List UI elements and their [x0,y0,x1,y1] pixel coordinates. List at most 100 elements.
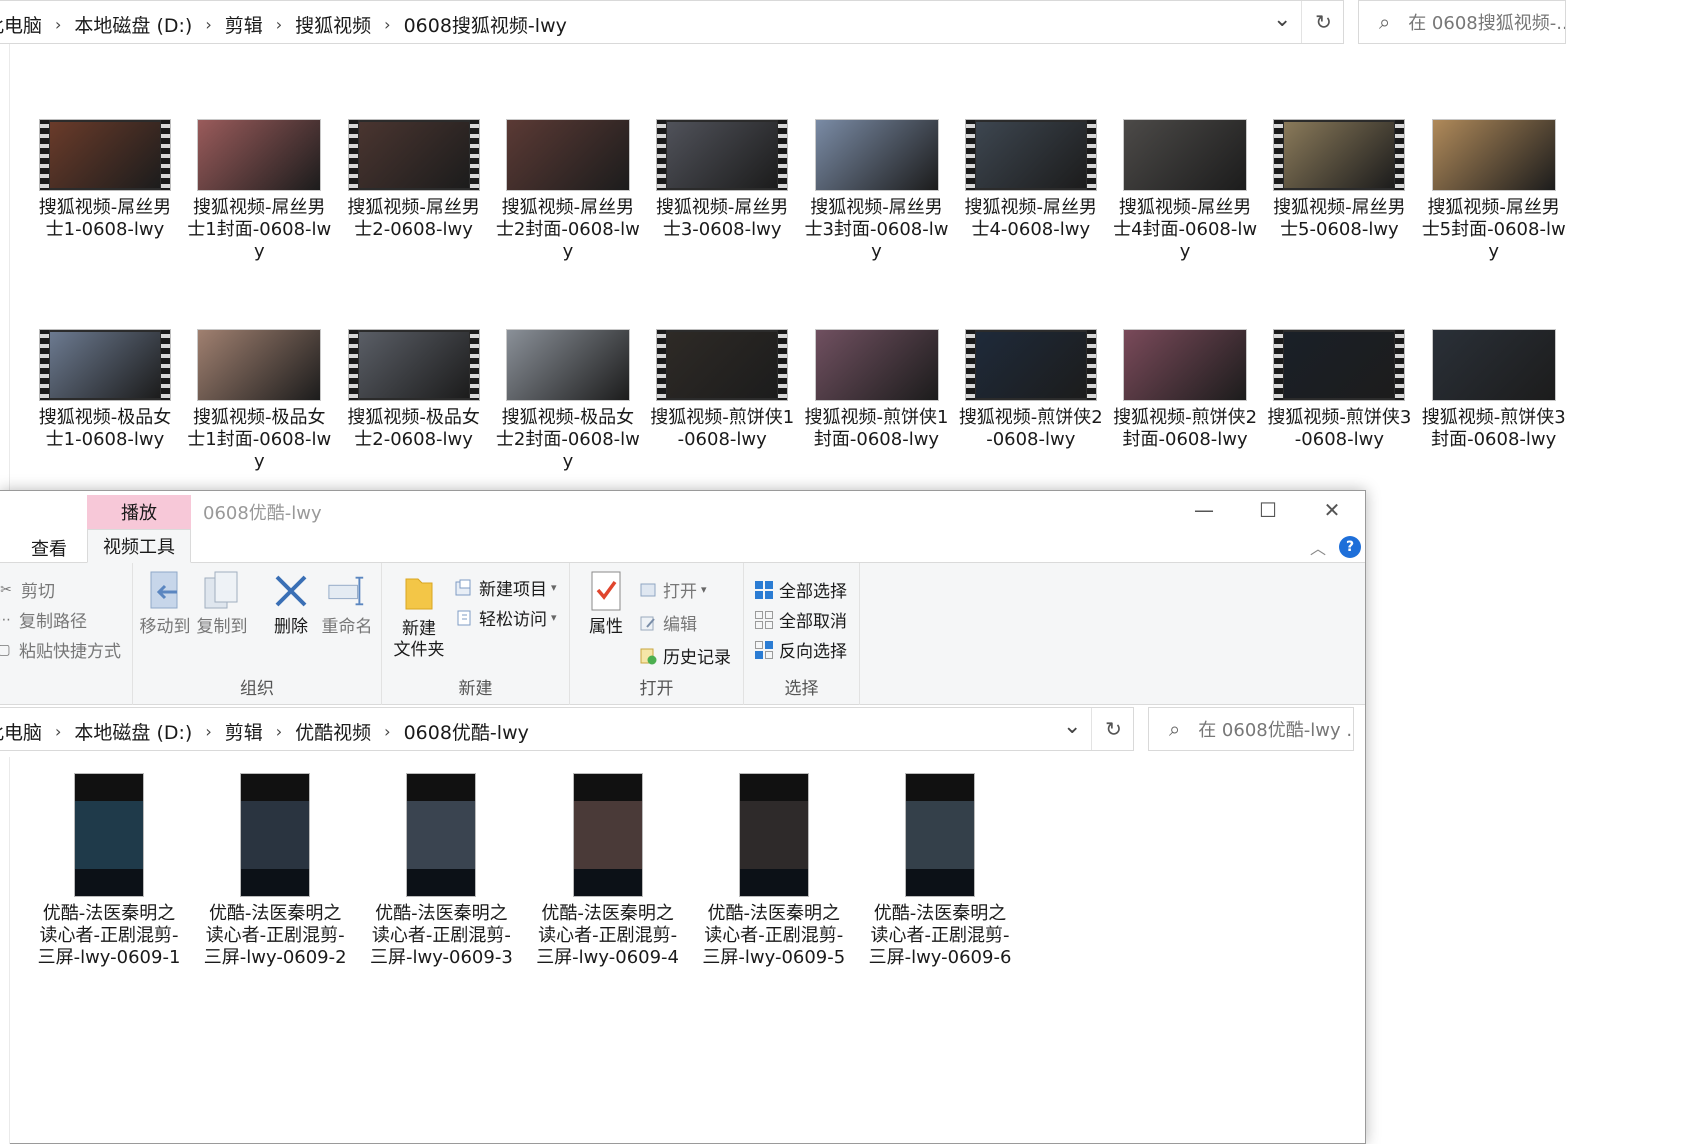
edit-pencil-icon [638,613,658,633]
tab-video-tools[interactable]: 视频工具 [87,529,191,563]
delete-button[interactable]: 删除 [267,569,315,638]
thumbnail-frame [1124,330,1247,400]
file-name: 搜狐视频-屌丝男士1封面-0608-lwy [187,197,332,262]
address-bar[interactable]: 此电脑 › 本地磁盘 (D:) › 剪辑 › 优酷视频 › 0608优酷-lwy… [0,707,1134,751]
thumbnail-frame [906,774,974,896]
edit-button[interactable]: 编辑 [638,610,697,635]
refresh-icon[interactable]: ↻ [1301,1,1345,43]
file-item[interactable]: 优酷-法医秦明之读心者-正剧混剪-三屏-lwy-0609-5 [699,773,849,969]
breadcrumb-drive-d[interactable]: 本地磁盘 (D:) [74,718,192,745]
address-bar[interactable]: 此电脑 › 本地磁盘 (D:) › 剪辑 › 搜狐视频 › 0608搜狐视频-l… [0,0,1344,44]
video-thumbnail-icon [964,329,1097,401]
scissors-icon: ✂ [0,581,12,598]
file-item[interactable]: 搜狐视频-煎饼侠2-0608-lwy [956,329,1106,451]
invert-selection-button[interactable]: 反向选择 [754,637,847,662]
minimize-button[interactable]: — [1182,495,1226,525]
maximize-button[interactable]: ☐ [1246,495,1290,525]
search-input[interactable]: ⌕ 在 0608搜狐视频-... [1358,0,1566,44]
file-name: 优酷-法医秦明之读心者-正剧混剪-三屏-lwy-0609-5 [702,903,846,968]
file-name: 搜狐视频-煎饼侠1-0608-lwy [650,407,795,450]
file-item[interactable]: 搜狐视频-煎饼侠1-0608-lwy [647,329,797,451]
address-history-dropdown-icon[interactable]: ⌄ [1063,714,1081,739]
paste-shortcut-button[interactable]: ▢ 粘贴快捷方式 [0,637,121,663]
thumbnail-frame [506,330,629,400]
properties-button[interactable]: 属性 [580,569,632,638]
breadcrumb-current-folder[interactable]: 0608搜狐视频-lwy [404,11,567,38]
help-icon[interactable]: ? [1339,536,1361,558]
search-icon: ⌕ [1169,717,1181,741]
history-button[interactable]: 历史记录 [638,643,731,668]
ribbon-group-select: 全部选择 全部取消 反向选择 选择 [744,563,860,705]
file-item[interactable]: 搜狐视频-屌丝男士1-0608-lwy [30,119,180,241]
file-item[interactable]: 搜狐视频-屌丝男士3-0608-lwy [647,119,797,241]
file-item[interactable]: 搜狐视频-屌丝男士4封面-0608-lwy [1110,119,1260,263]
file-item[interactable]: 搜狐视频-煎饼侠3封面-0608-lwy [1419,329,1569,451]
breadcrumb-drive-d[interactable]: 本地磁盘 (D:) [74,11,192,38]
file-item[interactable]: 优酷-法医秦明之读心者-正剧混剪-三屏-lwy-0609-3 [366,773,516,969]
search-input[interactable]: ⌕ 在 0608优酷-lwy ... [1148,707,1354,751]
breadcrumb-edit[interactable]: 剪辑 [225,718,263,745]
file-name: 优酷-法医秦明之读心者-正剧混剪-三屏-lwy-0609-3 [369,903,513,968]
thumbnail-frame [815,120,938,190]
file-item[interactable]: 搜狐视频-煎饼侠1封面-0608-lwy [802,329,952,451]
file-item[interactable]: 搜狐视频-屌丝男士3封面-0608-lwy [802,119,952,263]
file-item[interactable]: 搜狐视频-极品女士2-0608-lwy [339,329,489,451]
file-item[interactable]: 搜狐视频-极品女士1-0608-lwy [30,329,180,451]
easy-access-button[interactable]: 轻松访问 ▾ [454,605,557,630]
breadcrumb-this-pc[interactable]: 此电脑 [0,718,42,745]
new-folder-button[interactable]: 新建 文件夹 [390,571,448,661]
file-name: 优酷-法医秦明之读心者-正剧混剪-三屏-lwy-0609-4 [536,903,679,968]
ribbon-group-open: 属性 打开 ▾ 编辑 历史记录 打开 [570,563,744,705]
title-bar[interactable]: 播放 0608优酷-lwy — ☐ ✕ [0,491,1365,529]
file-item[interactable]: 搜狐视频-屌丝男士4-0608-lwy [956,119,1106,241]
file-item[interactable]: 搜狐视频-屌丝男士5-0608-lwy [1264,119,1414,241]
refresh-icon[interactable]: ↻ [1091,708,1135,750]
file-item[interactable]: 搜狐视频-屌丝男士5封面-0608-lwy [1419,119,1569,263]
file-item[interactable]: 搜狐视频-屌丝男士2封面-0608-lwy [493,119,643,263]
video-thumbnail-icon [347,119,480,191]
select-none-button[interactable]: 全部取消 [754,607,847,632]
close-button[interactable]: ✕ [1310,495,1354,525]
file-item[interactable]: 优酷-法医秦明之读心者-正剧混剪-三屏-lwy-0609-2 [200,773,350,969]
file-item[interactable]: 搜狐视频-煎饼侠3-0608-lwy [1264,329,1414,451]
tab-view[interactable]: 查看 [31,535,67,561]
thumbnail-frame [407,774,476,896]
rename-button[interactable]: 重命名 [319,569,375,638]
collapse-ribbon-icon[interactable]: ︿ [1310,535,1326,559]
file-item[interactable]: 搜狐视频-极品女士1封面-0608-lwy [184,329,334,473]
move-to-button[interactable]: 移动到 [139,569,191,638]
address-history-dropdown-icon[interactable]: ⌄ [1273,7,1291,32]
copy-path-button[interactable]: ⋯ 复制路径 [0,607,87,633]
history-label: 历史记录 [663,648,731,668]
file-item[interactable]: 优酷-法医秦明之读心者-正剧混剪-三屏-lwy-0609-4 [533,773,683,969]
thumbnail-frame [198,120,321,190]
thumbnail-frame [1284,332,1395,398]
file-item[interactable]: 优酷-法医秦明之读心者-正剧混剪-三屏-lwy-0609-6 [865,773,1015,969]
cut-button[interactable]: ✂ 剪切 [0,577,55,603]
file-name: 搜狐视频-屌丝男士2封面-0608-lwy [495,197,640,262]
breadcrumb-youku[interactable]: 优酷视频 [295,718,371,745]
breadcrumb-sohu[interactable]: 搜狐视频 [295,11,371,38]
breadcrumb-this-pc[interactable]: 此电脑 [0,11,42,38]
ribbon-group-label-open: 打开 [639,679,674,699]
open-button[interactable]: 打开 ▾ [638,577,707,602]
thumbnail-frame [358,122,469,188]
select-all-button[interactable]: 全部选择 [754,577,847,602]
refresh-glyph: ↻ [1105,717,1122,741]
file-item[interactable]: 搜狐视频-煎饼侠2封面-0608-lwy [1110,329,1260,451]
video-thumbnail-icon [39,329,171,401]
file-item[interactable]: 优酷-法医秦明之读心者-正剧混剪-三屏-lwy-0609-1 [34,773,184,969]
chevron-right-icon: › [55,15,62,34]
copy-to-button[interactable]: 复制到 [195,569,249,638]
file-item[interactable]: 搜狐视频-屌丝男士2-0608-lwy [339,119,489,241]
breadcrumb-edit[interactable]: 剪辑 [225,11,263,38]
breadcrumb-current-folder[interactable]: 0608优酷-lwy [404,718,529,745]
copy-path-label: 复制路径 [19,612,87,632]
search-placeholder: 在 0608优酷-lwy ... [1198,720,1354,741]
file-item[interactable]: 搜狐视频-极品女士2封面-0608-lwy [493,329,643,473]
new-item-button[interactable]: 新建项目 ▾ [454,575,557,600]
navigation-pane-edge [0,757,10,1144]
copy-path-icon: ⋯ [0,611,11,628]
new-item-label: 新建项目 [479,580,547,600]
file-item[interactable]: 搜狐视频-屌丝男士1封面-0608-lwy [184,119,334,263]
